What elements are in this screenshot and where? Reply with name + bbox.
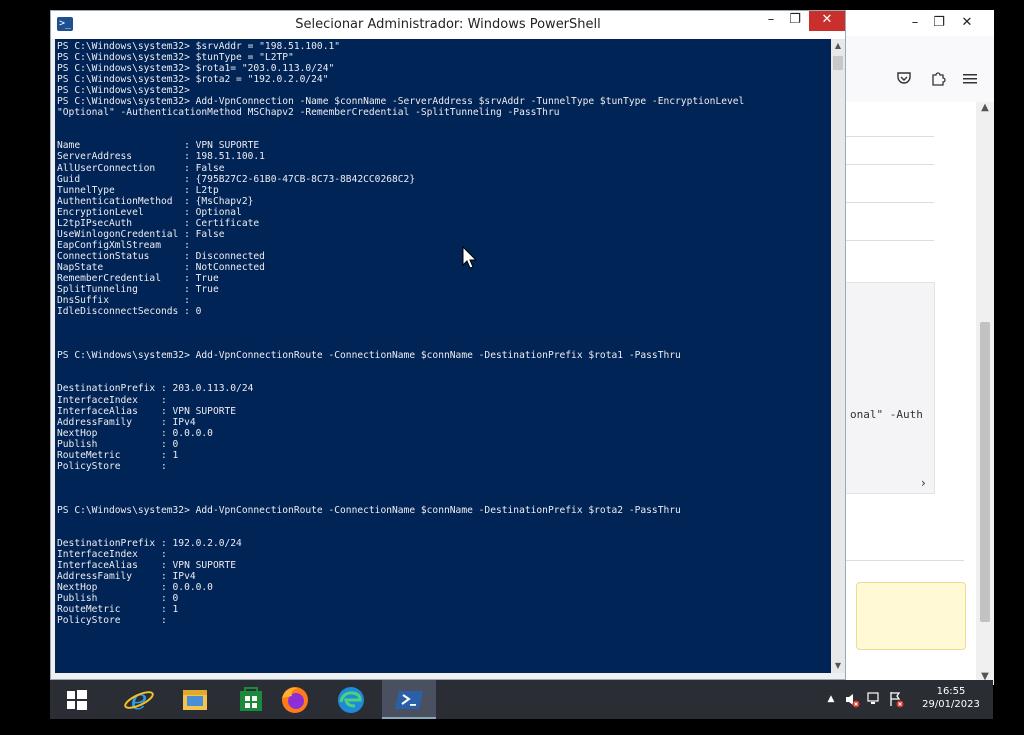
divider <box>846 560 964 561</box>
powershell-icon[interactable]: >_ <box>57 17 73 31</box>
window-title: Selecionar Administrador: Windows PowerS… <box>295 17 601 32</box>
browser-scrollbar[interactable]: ▲ ▼ <box>976 102 994 685</box>
scroll-thumb[interactable] <box>833 56 843 70</box>
minimize-button[interactable]: – <box>759 11 783 31</box>
code-block <box>846 282 935 494</box>
browser-close-button[interactable]: ✕ <box>956 13 978 33</box>
extensions-icon[interactable] <box>928 70 948 90</box>
scroll-thumb[interactable] <box>980 322 990 622</box>
divider <box>846 164 934 165</box>
chevron-right-icon[interactable]: › <box>921 476 926 490</box>
powershell-titlebar[interactable]: Selecionar Administrador: Windows PowerS… <box>51 11 845 39</box>
pocket-icon[interactable] <box>894 70 914 90</box>
file-explorer-icon[interactable] <box>168 680 222 719</box>
start-button[interactable] <box>50 680 104 719</box>
powershell-taskbar-button[interactable] <box>382 680 436 719</box>
powershell-window[interactable]: Selecionar Administrador: Windows PowerS… <box>50 10 846 680</box>
console-output[interactable]: PS C:\Windows\system32> $srvAddr = "198.… <box>55 39 831 673</box>
clock-time: 16:55 <box>936 686 966 697</box>
mouse-pointer-icon <box>462 245 478 270</box>
internet-explorer-icon[interactable]: e <box>112 680 166 719</box>
browser-toolbar <box>846 58 994 103</box>
edge-icon[interactable] <box>324 680 378 719</box>
console-text: PS C:\Windows\system32> $srvAddr = "198.… <box>55 39 831 673</box>
background-browser-window[interactable]: – ❐ ✕ onal" -Auth › ▲ ▼ <box>845 10 994 685</box>
svg-text:e: e <box>131 683 148 716</box>
console-scrollbar[interactable]: ▲ ▼ <box>831 39 845 673</box>
close-button[interactable]: ✕ <box>809 11 845 31</box>
browser-minimize-button[interactable]: – <box>904 13 926 33</box>
firefox-icon[interactable] <box>268 680 322 719</box>
browser-titlebar: – ❐ ✕ <box>846 10 994 36</box>
scroll-up-arrow[interactable]: ▲ <box>976 102 994 116</box>
divider <box>846 240 934 241</box>
volume-muted-icon[interactable] <box>844 680 860 719</box>
divider <box>846 202 934 203</box>
taskbar: e ▲ 16:55 29/01/2023 <box>50 680 993 719</box>
clock-date: 29/01/2023 <box>922 699 980 710</box>
maximize-button[interactable]: ❐ <box>783 11 807 31</box>
network-icon[interactable] <box>866 680 882 719</box>
code-fragment: onal" -Auth <box>850 408 923 421</box>
menu-icon[interactable] <box>960 70 980 90</box>
note-box <box>856 582 966 650</box>
browser-page-content: onal" -Auth › <box>846 102 976 682</box>
notification-flag-icon[interactable] <box>888 680 904 719</box>
browser-maximize-button[interactable]: ❐ <box>928 13 950 33</box>
divider <box>846 136 934 137</box>
scroll-up-arrow[interactable]: ▲ <box>831 39 845 53</box>
system-clock[interactable]: 16:55 29/01/2023 <box>916 685 986 711</box>
tray-chevron-up-icon[interactable]: ▲ <box>824 680 838 719</box>
scroll-down-arrow[interactable]: ▼ <box>831 659 845 673</box>
